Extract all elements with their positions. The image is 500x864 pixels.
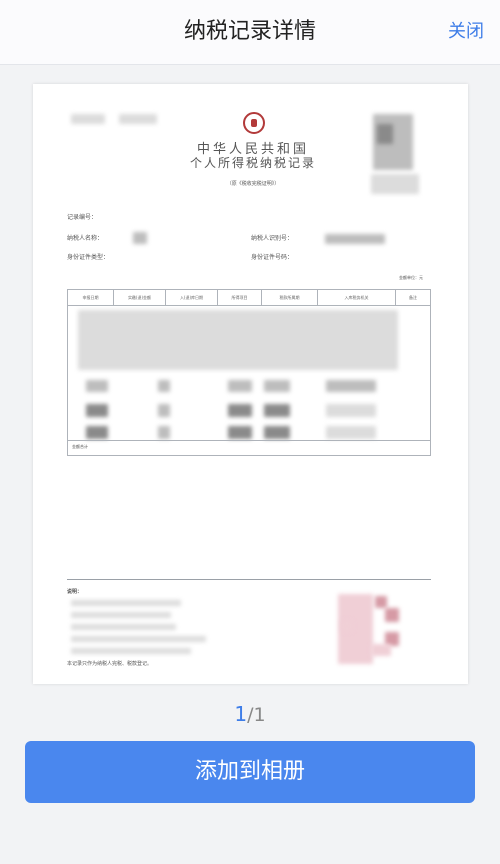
id-type-label: 身份证件类型：: [67, 254, 110, 261]
total-label: 金额合计: [72, 444, 88, 449]
redacted-stamp: [371, 644, 391, 656]
redacted-cell: [326, 426, 376, 439]
record-no-label: 记录编号：: [67, 214, 98, 221]
redacted-text: [71, 114, 105, 124]
column-header: 所得项目: [218, 290, 262, 305]
taxpayer-name-label: 纳税人名称：: [67, 235, 104, 242]
redacted-cell: [86, 404, 108, 417]
redacted-taxpayer-name: [133, 232, 147, 244]
page-title: 纳税记录详情: [183, 19, 316, 44]
table-divider: [68, 440, 430, 441]
redacted-taxpayer-id: [325, 234, 385, 244]
redacted-note-line: [71, 648, 191, 654]
document-title: 个人所得税纳税记录: [189, 156, 316, 170]
column-header: 入库税务机关: [318, 290, 396, 305]
redacted-cell: [228, 404, 252, 417]
redacted-note-line: [71, 600, 181, 606]
column-header: 实缴(退)金额: [114, 290, 166, 305]
column-header: 入(退)库日期: [166, 290, 218, 305]
redacted-table-rows: [78, 310, 398, 370]
redacted-stamp: [375, 596, 387, 608]
redacted-cell: [158, 380, 170, 392]
redacted-cell: [86, 426, 108, 439]
tax-record-table: 申报日期 实缴(退)金额 入(退)库日期 所得项目 税款所属期 入库税务机关 备…: [67, 289, 431, 456]
redacted-stamp: [385, 608, 399, 622]
redacted-qr-code: [377, 124, 393, 144]
redacted-text: [119, 114, 157, 124]
redacted-cell: [158, 404, 170, 417]
add-to-album-button[interactable]: 添加到相册: [25, 741, 475, 803]
redacted-note-line: [71, 624, 176, 630]
column-header: 备注: [409, 295, 417, 300]
redacted-cell: [228, 380, 252, 392]
close-button[interactable]: 关闭: [448, 0, 484, 64]
redacted-cell: [228, 426, 252, 439]
redacted-stamp: [341, 620, 353, 632]
redacted-cell: [264, 426, 290, 439]
redacted-cell: [264, 404, 290, 417]
national-emblem-icon: [243, 112, 265, 134]
redacted-cell: [264, 380, 290, 392]
id-no-label: 身份证件号码：: [251, 254, 294, 261]
redacted-qr-code: [371, 174, 419, 194]
tax-record-document[interactable]: 中华人民共和国 个人所得税纳税记录 （原《税收完税证明》） 记录编号： 纳税人名…: [33, 84, 468, 684]
redacted-cell: [326, 404, 376, 417]
notes-footer: 本记录只作为纳税人完税、税款登记。: [67, 661, 153, 667]
notes-divider: [67, 579, 431, 580]
top-bar: 纳税记录详情 关闭: [0, 0, 500, 65]
redacted-cell: [326, 380, 376, 392]
table-header: 申报日期 实缴(退)金额 入(退)库日期 所得项目 税款所属期 入库税务机关 备…: [68, 290, 430, 306]
redacted-cell: [158, 426, 170, 439]
column-header: 申报日期: [68, 290, 114, 305]
current-page: 1: [234, 702, 248, 726]
document-subtitle: （原《税收完税证明》）: [226, 181, 280, 187]
taxpayer-id-label: 纳税人识别号：: [251, 235, 294, 242]
redacted-note-line: [71, 636, 206, 642]
redacted-cell: [86, 380, 108, 392]
page-indicator: 1/1: [0, 702, 500, 726]
total-pages: /1: [247, 704, 266, 726]
amount-unit-label: 金额单位：元: [399, 275, 423, 280]
redacted-note-line: [71, 612, 171, 618]
notes-title: 说明：: [67, 589, 83, 595]
column-header: 税款所属期: [262, 290, 318, 305]
